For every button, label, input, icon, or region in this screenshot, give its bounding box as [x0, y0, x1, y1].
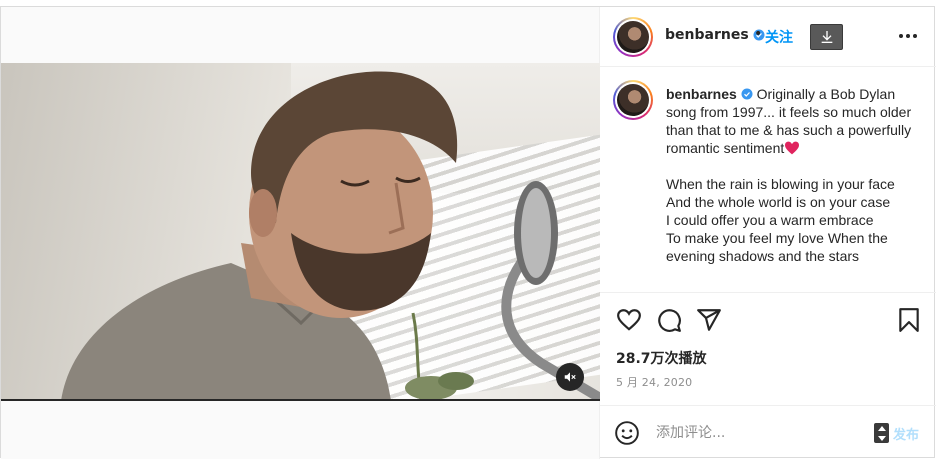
- lyric-line: To make you feel my love When the: [666, 230, 888, 246]
- heart-outline-icon: [617, 309, 641, 331]
- lyric-line: When the rain is blowing in your face: [666, 176, 895, 192]
- lyric-line: evening shadows and the stars: [666, 248, 860, 264]
- caption-text: benbarnes Originally a Bob Dylan song fr…: [666, 85, 916, 265]
- action-bar: [600, 307, 936, 335]
- like-button[interactable]: [616, 307, 642, 333]
- verified-badge-icon: [741, 88, 753, 100]
- post-side-panel: benbarnes • 关注 benbarnes Originally a Bo…: [600, 7, 936, 459]
- emoji-button[interactable]: [614, 420, 640, 446]
- avatar[interactable]: [613, 17, 653, 57]
- download-button[interactable]: [810, 24, 843, 50]
- comment-bar: 发布: [600, 405, 936, 459]
- follow-button[interactable]: 关注: [765, 27, 793, 47]
- save-button[interactable]: [896, 307, 922, 333]
- video-frame-illustration: [61, 71, 600, 401]
- caption-avatar[interactable]: [613, 80, 653, 120]
- media-pane: [1, 7, 600, 459]
- mute-toggle-button[interactable]: [556, 363, 584, 391]
- post-date[interactable]: 5 月 24, 2020: [616, 374, 692, 390]
- caption-username[interactable]: benbarnes: [666, 86, 737, 102]
- bookmark-icon: [899, 308, 919, 332]
- post-comment-button[interactable]: 发布: [893, 424, 919, 443]
- red-heart-emoji-icon: [785, 141, 800, 155]
- comment-input[interactable]: [656, 422, 856, 444]
- smiley-icon: [615, 421, 639, 445]
- paper-plane-icon: [697, 309, 721, 331]
- comment-bubble-icon: [658, 309, 681, 332]
- post-header: benbarnes • 关注: [600, 7, 936, 67]
- more-options-button[interactable]: [896, 24, 920, 48]
- caret-down-icon: [877, 435, 886, 441]
- scroll-arrows[interactable]: [874, 423, 889, 443]
- post-card: benbarnes • 关注 benbarnes Originally a Bo…: [0, 6, 936, 459]
- caret-up-icon: [877, 425, 886, 431]
- header-username[interactable]: benbarnes: [665, 27, 765, 43]
- view-count[interactable]: 28.7万次播放: [616, 348, 707, 368]
- lyric-line: And the whole world is on your case: [666, 194, 891, 210]
- caption-section: benbarnes Originally a Bob Dylan song fr…: [600, 67, 936, 293]
- comment-button[interactable]: [656, 307, 682, 333]
- video-player[interactable]: [1, 63, 600, 401]
- share-button[interactable]: [696, 307, 722, 333]
- header-separator: •: [754, 26, 763, 42]
- video-progress-bar[interactable]: [1, 399, 600, 401]
- header-username-text[interactable]: benbarnes: [665, 27, 749, 43]
- speaker-muted-icon: [564, 372, 576, 382]
- lyric-line: I could offer you a warm embrace: [666, 212, 874, 228]
- more-horizontal-icon: [899, 34, 917, 38]
- download-icon: [821, 31, 832, 43]
